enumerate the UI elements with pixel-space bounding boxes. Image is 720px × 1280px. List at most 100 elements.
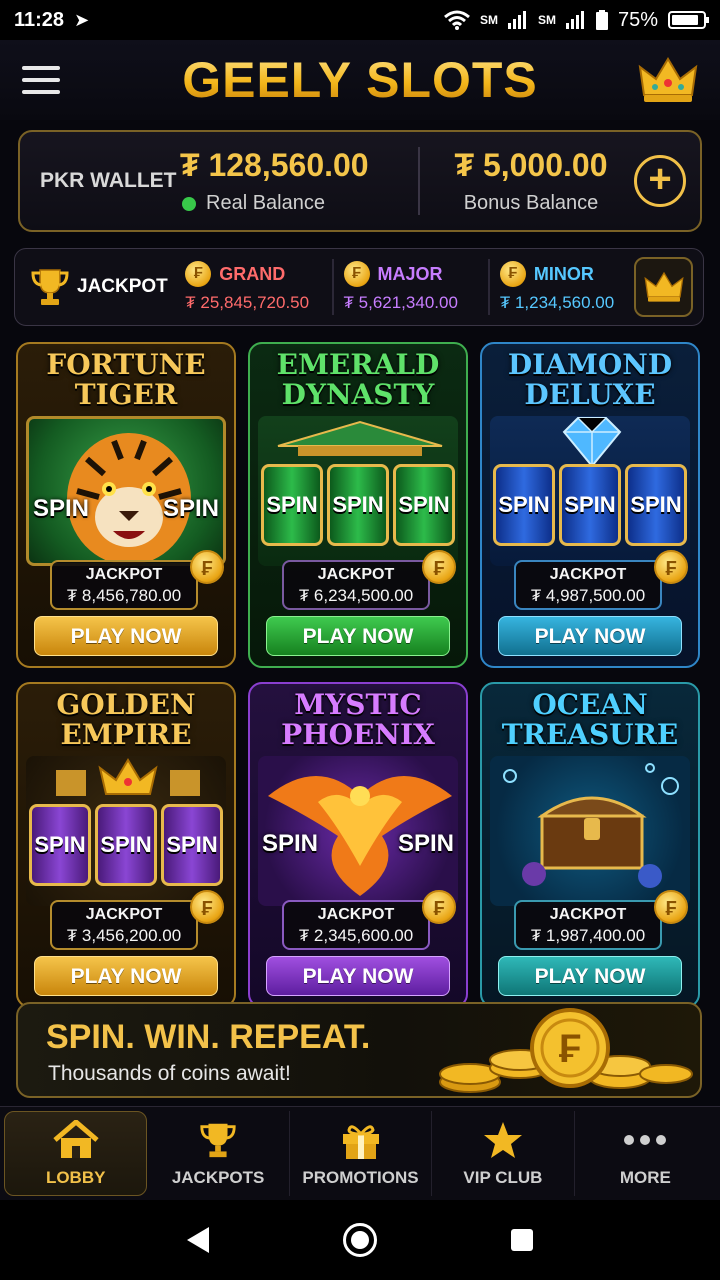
tiger-icon: [67, 433, 191, 563]
game-title: DIAMOND DELUXE: [507, 348, 673, 411]
nav-item-more[interactable]: MORE: [575, 1111, 716, 1196]
game-jackpot-value: ₮ 4,987,500.00: [530, 586, 646, 605]
wallet-card: PKR WALLET ₮ 128,560.00 Real Balance ₮ 5…: [18, 130, 702, 232]
coin-icon: ₣: [499, 261, 526, 287]
coin-stack-icon: ₣: [439, 1008, 693, 1093]
reel: SPIN: [29, 804, 91, 886]
play-now-button[interactable]: PLAY NOW: [34, 956, 218, 996]
coin-icon: ₣: [654, 550, 688, 584]
system-nav-bar: [0, 1200, 720, 1280]
jackpot-strip: JACKPOT ₣ GRAND ₮ 25,845,720.50 ₣ MAJOR ₮ …: [14, 248, 704, 326]
banner-subtitle: Thousands of coins await!: [48, 1062, 291, 1085]
play-now-button[interactable]: PLAY NOW: [498, 616, 682, 656]
game-card-fortune-tiger[interactable]: FORTUNE TIGER SPIN SPIN JACKPOT ₮ 8,456,7…: [16, 342, 236, 668]
crown-icon: [56, 758, 200, 796]
battery-level-icon: [595, 10, 608, 30]
real-balance-amount: ₮ 128,560.00: [180, 147, 369, 183]
jackpot-minor-label: MINOR: [533, 263, 594, 284]
nav-label: VIP CLUB: [463, 1167, 543, 1187]
game-card-emerald-dynasty[interactable]: EMERALD DYNASTY SPIN SPIN SPIN JACKPOT ₮ …: [248, 342, 468, 668]
nav-label: JACKPOTS: [171, 1167, 265, 1187]
status-time: 11:28: [14, 8, 65, 31]
play-now-button[interactable]: PLAY NOW: [266, 616, 450, 656]
nav-item-promotions[interactable]: PROMOTIONS: [290, 1111, 433, 1196]
nav-item-jackpots[interactable]: JACKPOTS: [147, 1111, 290, 1196]
game-jackpot: JACKPOT ₮ 1,987,400.00: [514, 900, 662, 950]
nav-label: MORE: [619, 1167, 671, 1187]
game-jackpot-value: ₮ 8,456,780.00: [66, 586, 182, 605]
battery-icon: [668, 11, 709, 29]
recent-apps-icon[interactable]: [511, 1229, 533, 1251]
game-jackpot-label: JACKPOT: [317, 566, 395, 583]
reels: SPIN SPIN SPIN: [26, 804, 226, 886]
app-header: GEELY SLOTS: [0, 40, 720, 120]
game-art-phoenix: SPIN SPIN: [258, 756, 458, 906]
wifi-icon: [444, 10, 470, 30]
reel: SPIN: [327, 464, 389, 546]
svg-text:₣: ₣: [559, 1027, 581, 1071]
game-title: FORTUNE TIGER: [46, 348, 206, 411]
reel: SPIN: [161, 804, 223, 886]
home-circle-icon[interactable]: [343, 1223, 377, 1257]
game-title: EMERALD DYNASTY: [276, 348, 440, 411]
signal-icon-1: SM: [479, 13, 498, 27]
game-title: MYSTIC PHOENIX: [281, 688, 435, 751]
vip-crown-button[interactable]: [634, 257, 694, 317]
game-card-ocean-treasure[interactable]: OCEAN TREASURE JACKPOT ₮ 1,987,400.00 ₣ P…: [480, 682, 700, 1008]
bonus-balance-label: Bonus Balance: [463, 192, 599, 214]
game-jackpot: JACKPOT ₮ 4,987,500.00: [514, 560, 662, 610]
status-bar: 11:28 ➤ SM SM 75%: [0, 0, 720, 40]
play-now-button[interactable]: PLAY NOW: [498, 956, 682, 996]
signal-bars-icon: [507, 11, 526, 29]
promo-banner[interactable]: SPIN. WIN. REPEAT. Thousands of coins aw…: [16, 1002, 702, 1098]
jackpot-major-value: ₮ 5,621,340.00: [343, 293, 458, 312]
play-now-button[interactable]: PLAY NOW: [34, 616, 218, 656]
jackpot-grand: ₣ GRAND ₮ 25,845,720.50: [175, 259, 331, 315]
crown-icon[interactable]: [638, 55, 698, 105]
coin-icon: ₣: [343, 261, 370, 287]
jackpot-minor: ₣ MINOR ₮ 1,234,560.00: [487, 259, 635, 315]
game-card-diamond-deluxe[interactable]: DIAMOND DELUXE SPIN SPIN SPIN JACKPOT ₮ 4…: [480, 342, 700, 668]
game-jackpot-value: ₮ 3,456,200.00: [66, 926, 182, 945]
coin-icon: ₣: [190, 550, 224, 584]
nav-label: LOBBY: [45, 1167, 106, 1187]
jackpot-minor-value: ₮ 1,234,560.00: [499, 293, 615, 312]
game-art-diamond: SPIN SPIN SPIN: [490, 416, 690, 566]
battery-percent: 75%: [617, 8, 658, 31]
game-art-pagoda: SPIN SPIN SPIN: [258, 416, 458, 566]
add-funds-button[interactable]: +: [634, 155, 686, 207]
game-card-golden-empire[interactable]: GOLDEN EMPIRE SPIN SPIN SPIN JACKPOT ₮ 3,…: [16, 682, 236, 1008]
reel: SPIN: [493, 464, 555, 546]
signal-icon-2: SM: [537, 13, 556, 27]
game-jackpot-label: JACKPOT: [85, 566, 163, 583]
nav-item-vip-club[interactable]: VIP CLUB: [432, 1111, 575, 1196]
reel: SPIN: [261, 464, 323, 546]
game-card-mystic-phoenix[interactable]: MYSTIC PHOENIX SPIN SPIN JACKPOT ₮ 2,345,…: [248, 682, 468, 1008]
bottom-nav: LOBBY JACKPOTS PROMOTIONS VIP CLUB MORE: [0, 1106, 720, 1200]
reel: SPIN: [393, 464, 455, 546]
star-icon: [483, 1121, 522, 1158]
nav-item-lobby[interactable]: LOBBY: [4, 1111, 148, 1196]
jackpot-major-label: MAJOR: [377, 263, 443, 284]
real-balance: ₮ 128,560.00 Real Balance: [180, 147, 418, 215]
game-jackpot: JACKPOT ₮ 8,456,780.00: [50, 560, 198, 610]
game-art-empire: SPIN SPIN SPIN: [26, 756, 226, 906]
app-title: GEELY SLOTS: [0, 51, 720, 109]
coin-icon: ₣: [654, 890, 688, 924]
game-jackpot-value: ₮ 1,987,400.00: [530, 926, 646, 945]
crown-icon: [644, 271, 684, 302]
home-icon: [53, 1119, 99, 1158]
coin-icon: ₣: [422, 550, 456, 584]
game-art-tiger: SPIN SPIN: [26, 416, 226, 566]
reels: SPIN SPIN SPIN: [490, 464, 690, 546]
back-icon[interactable]: [187, 1227, 209, 1253]
play-now-button[interactable]: PLAY NOW: [266, 956, 450, 996]
trophy-icon: [200, 1123, 236, 1157]
real-balance-label: Real Balance: [206, 192, 325, 214]
treasure-chest-icon: [503, 763, 679, 888]
jackpot-label: JACKPOT: [77, 276, 168, 297]
coin-icon: ₣: [190, 890, 224, 924]
coin-icon: ₣: [185, 261, 212, 287]
banner-title: SPIN. WIN. REPEAT.: [46, 1018, 371, 1056]
trophy-icon: [31, 269, 69, 305]
